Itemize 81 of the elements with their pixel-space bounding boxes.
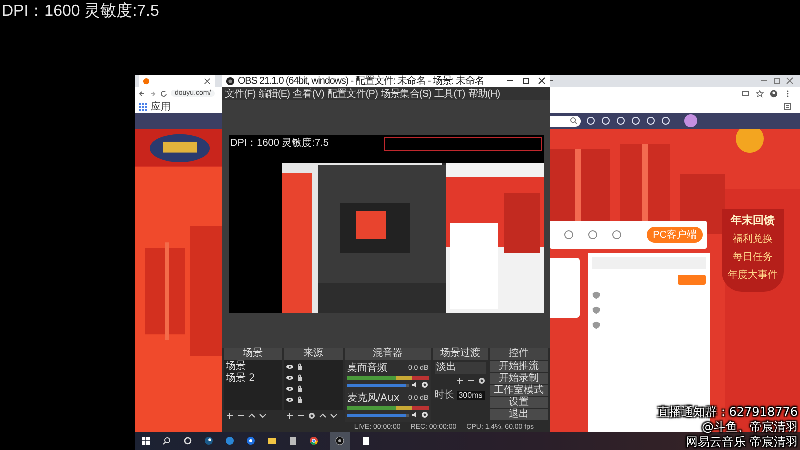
control-button[interactable]: 工作室模式 <box>490 385 548 396</box>
settings-icon[interactable] <box>420 411 429 419</box>
dock-title: 控件 <box>490 348 548 360</box>
control-button[interactable]: 设置 <box>490 397 548 408</box>
folder-icon[interactable] <box>267 436 277 446</box>
ring-icon[interactable] <box>183 436 193 446</box>
lock-icon[interactable] <box>296 374 304 382</box>
control-button[interactable]: 退出 <box>490 409 548 420</box>
app-logo-icon <box>226 76 235 86</box>
maximize-icon[interactable] <box>522 77 530 85</box>
document-icon[interactable] <box>288 436 298 446</box>
channel-name: 麦克风/Aux <box>347 392 400 405</box>
profile-icon[interactable] <box>770 90 778 98</box>
settings-icon[interactable] <box>420 381 429 389</box>
menu-item[interactable]: 工具(T) <box>434 86 466 100</box>
share-icon[interactable] <box>742 90 750 98</box>
menu-item[interactable]: 场景集合(S) <box>381 86 432 100</box>
move-up-icon[interactable] <box>248 412 256 420</box>
add-icon[interactable] <box>226 412 234 420</box>
add-icon[interactable] <box>286 412 294 420</box>
lock-icon[interactable] <box>296 384 304 392</box>
duration-label: 时长 <box>434 388 455 402</box>
search-field[interactable] <box>550 116 581 126</box>
lock-icon[interactable] <box>296 396 304 404</box>
star-icon[interactable] <box>756 90 764 98</box>
back-icon[interactable] <box>138 90 146 98</box>
follow-card <box>550 258 580 318</box>
duration-field[interactable]: 300ms <box>456 390 485 400</box>
dock-title: 场景 <box>224 348 282 360</box>
chrome-icon[interactable] <box>309 436 319 446</box>
menu-item[interactable]: 配置文件(P) <box>327 86 378 100</box>
banner-link[interactable]: 年度大事件 <box>728 268 778 282</box>
banner-title: 年末回馈 <box>731 213 775 228</box>
scene-item[interactable]: 场景 2 <box>226 373 280 385</box>
close-icon[interactable] <box>204 78 211 84</box>
eye-icon[interactable] <box>286 384 294 392</box>
dock-title: 混音器 <box>345 348 431 360</box>
control-button[interactable]: 开始推流 <box>490 361 548 372</box>
menu-item[interactable]: 文件(F) <box>225 86 256 100</box>
steam-icon[interactable] <box>204 436 214 446</box>
avatar[interactable] <box>684 114 698 128</box>
channel-name: 桌面音频 <box>347 362 388 375</box>
banner-link[interactable]: 福利兑换 <box>733 232 773 246</box>
menu-item[interactable]: 编辑(E) <box>258 86 290 100</box>
menu-item[interactable]: 查看(V) <box>293 86 324 100</box>
banner-link[interactable]: 每日任务 <box>733 250 773 264</box>
reading-list-icon[interactable] <box>784 102 792 110</box>
menu-item[interactable]: 帮助(H) <box>468 86 500 100</box>
browser-icon[interactable] <box>225 436 235 446</box>
close-icon[interactable] <box>538 77 546 85</box>
bookmark-link[interactable]: 应用 <box>151 100 171 114</box>
file-icon[interactable] <box>361 436 371 446</box>
feature-icon[interactable] <box>612 230 622 240</box>
scene-item[interactable]: 场景 <box>226 361 280 373</box>
preview-text: DPI：1600 灵敏度:7.5 <box>230 136 329 150</box>
eye-icon[interactable] <box>286 374 294 382</box>
feature-icon[interactable] <box>564 230 574 240</box>
eye-icon[interactable] <box>286 396 294 404</box>
window-title: OBS 21.1.0 (64bit, windows) - 配置文件: 未命名 - 场景: 未命名 <box>238 74 484 88</box>
dock-title: 场景过渡 <box>432 348 488 360</box>
settings-icon[interactable] <box>478 377 486 385</box>
apps-icon[interactable] <box>139 102 147 110</box>
move-down-icon[interactable] <box>330 412 338 420</box>
obs-icon[interactable] <box>335 436 345 446</box>
site-icon <box>143 78 150 84</box>
dpi-overlay-text: DPI：1600 灵敏度:7.5 <box>2 2 160 22</box>
stream-notice-text: 网易云音乐 帝宸清羽 <box>686 435 798 450</box>
feature-icon[interactable] <box>588 230 598 240</box>
transition-select[interactable]: 淡出 <box>434 362 486 374</box>
control-button[interactable]: 开始录制 <box>490 373 548 384</box>
move-down-icon[interactable] <box>259 412 267 420</box>
move-up-icon[interactable] <box>318 412 327 420</box>
search-icon[interactable] <box>162 436 172 446</box>
dock-title: 来源 <box>284 348 344 360</box>
lock-icon[interactable] <box>296 362 304 370</box>
reload-icon[interactable] <box>160 90 168 98</box>
windows-start-icon[interactable] <box>141 436 151 446</box>
add-icon[interactable] <box>456 377 464 385</box>
eye-icon[interactable] <box>286 362 294 370</box>
cloud-app-icon[interactable] <box>246 436 256 446</box>
settings-icon[interactable] <box>308 412 316 420</box>
